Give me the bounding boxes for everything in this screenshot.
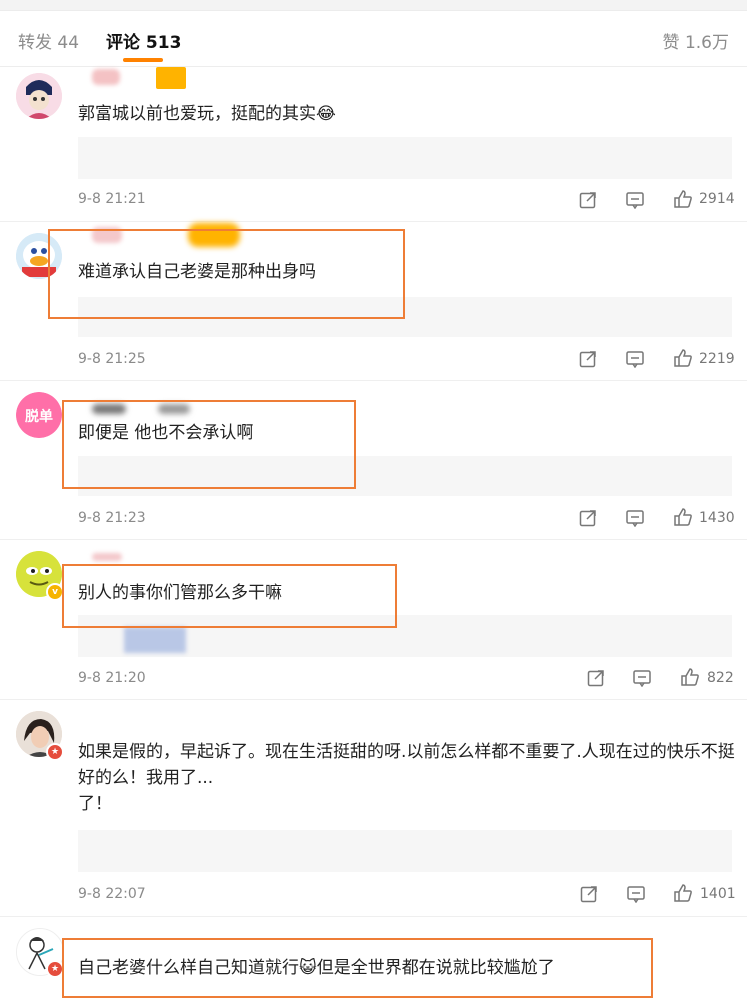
comment-text: 如果是假的，早起诉了。现在生活挺甜的呀.以前怎么样都不重要了.人现在过的快乐不挺…	[78, 739, 738, 817]
comment-time: 9-8 21:23	[78, 510, 146, 526]
avatar[interactable]: 脱单	[16, 392, 62, 438]
username-blurred	[92, 553, 122, 561]
comment-time: 9-8 22:07	[78, 886, 146, 902]
like-icon[interactable]	[673, 507, 693, 527]
svg-text:脱单: 脱单	[25, 408, 53, 425]
reply-preview[interactable]	[78, 137, 732, 179]
avatar-icon: 脱单	[16, 392, 62, 438]
comment-time: 9-8 21:21	[78, 191, 146, 207]
comment-icon[interactable]	[626, 191, 644, 209]
comment-item: ★ 如果是假的，早起诉了。现在生活挺甜的呀.以前怎么样都不重要了.人现在过的快乐…	[0, 699, 747, 917]
like-icon[interactable]	[673, 348, 693, 368]
comment-time: 9-8 21:25	[78, 351, 146, 367]
comment-item: v 别人的事你们管那么多干嘛 9-8 21:20 822	[0, 539, 747, 700]
comment-item: 脱单 即便是 他也不会承认啊 9-8 21:23 1430	[0, 380, 747, 540]
share-icon[interactable]	[579, 350, 597, 368]
avatar[interactable]	[16, 73, 62, 119]
like-icon[interactable]	[680, 667, 700, 687]
tab-repost[interactable]: 转发 44	[18, 28, 79, 53]
comment-text-line: 了！	[78, 794, 112, 814]
username-blurred	[156, 67, 186, 89]
verified-badge-icon: ★	[46, 743, 64, 761]
reply-preview-blurred	[124, 627, 186, 653]
comment-icon[interactable]	[633, 669, 651, 687]
tab-likes[interactable]: 赞 1.6万	[663, 28, 729, 53]
highlight-box	[62, 938, 653, 998]
highlight-box	[62, 400, 356, 489]
comment-time: 9-8 21:20	[78, 670, 146, 686]
active-tab-indicator	[123, 58, 163, 62]
like-count: 1401	[700, 886, 736, 902]
highlight-box	[62, 564, 397, 628]
comment-text: 郭富城以前也爱玩，挺配的其实😂	[78, 104, 336, 124]
comment-item: 难道承认自己老婆是那种出身吗 9-8 21:25 2219	[0, 221, 747, 381]
comment-icon[interactable]	[627, 885, 645, 903]
share-icon[interactable]	[579, 191, 597, 209]
share-icon[interactable]	[579, 509, 597, 527]
tab-comments[interactable]: 评论 513	[106, 28, 181, 53]
comment-text-line: 如果是假的，早起诉了。现在生活挺甜的呀.以前怎么样都不重要了.人现在过的快乐不挺…	[78, 742, 735, 788]
comment-item: ★ 自己老婆什么样自己知道就行😺但是全世界都在说就比较尴尬了	[0, 916, 747, 1000]
like-count: 1430	[699, 510, 735, 526]
comment-icon[interactable]	[626, 509, 644, 527]
comment-icon[interactable]	[626, 350, 644, 368]
tab-bar: 转发 44 评论 513 赞 1.6万	[0, 10, 747, 67]
like-count: 822	[707, 670, 734, 686]
like-count: 2914	[699, 191, 735, 207]
comment-item: 郭富城以前也爱玩，挺配的其实😂 9-8 21:21 2914	[0, 67, 747, 222]
share-icon[interactable]	[587, 669, 605, 687]
like-icon[interactable]	[673, 189, 693, 209]
avatar-icon	[16, 73, 62, 119]
like-icon[interactable]	[673, 883, 693, 903]
like-count: 2219	[699, 351, 735, 367]
username-blurred	[92, 69, 120, 85]
reply-preview[interactable]	[78, 830, 732, 872]
highlight-box	[48, 229, 405, 319]
share-icon[interactable]	[580, 885, 598, 903]
